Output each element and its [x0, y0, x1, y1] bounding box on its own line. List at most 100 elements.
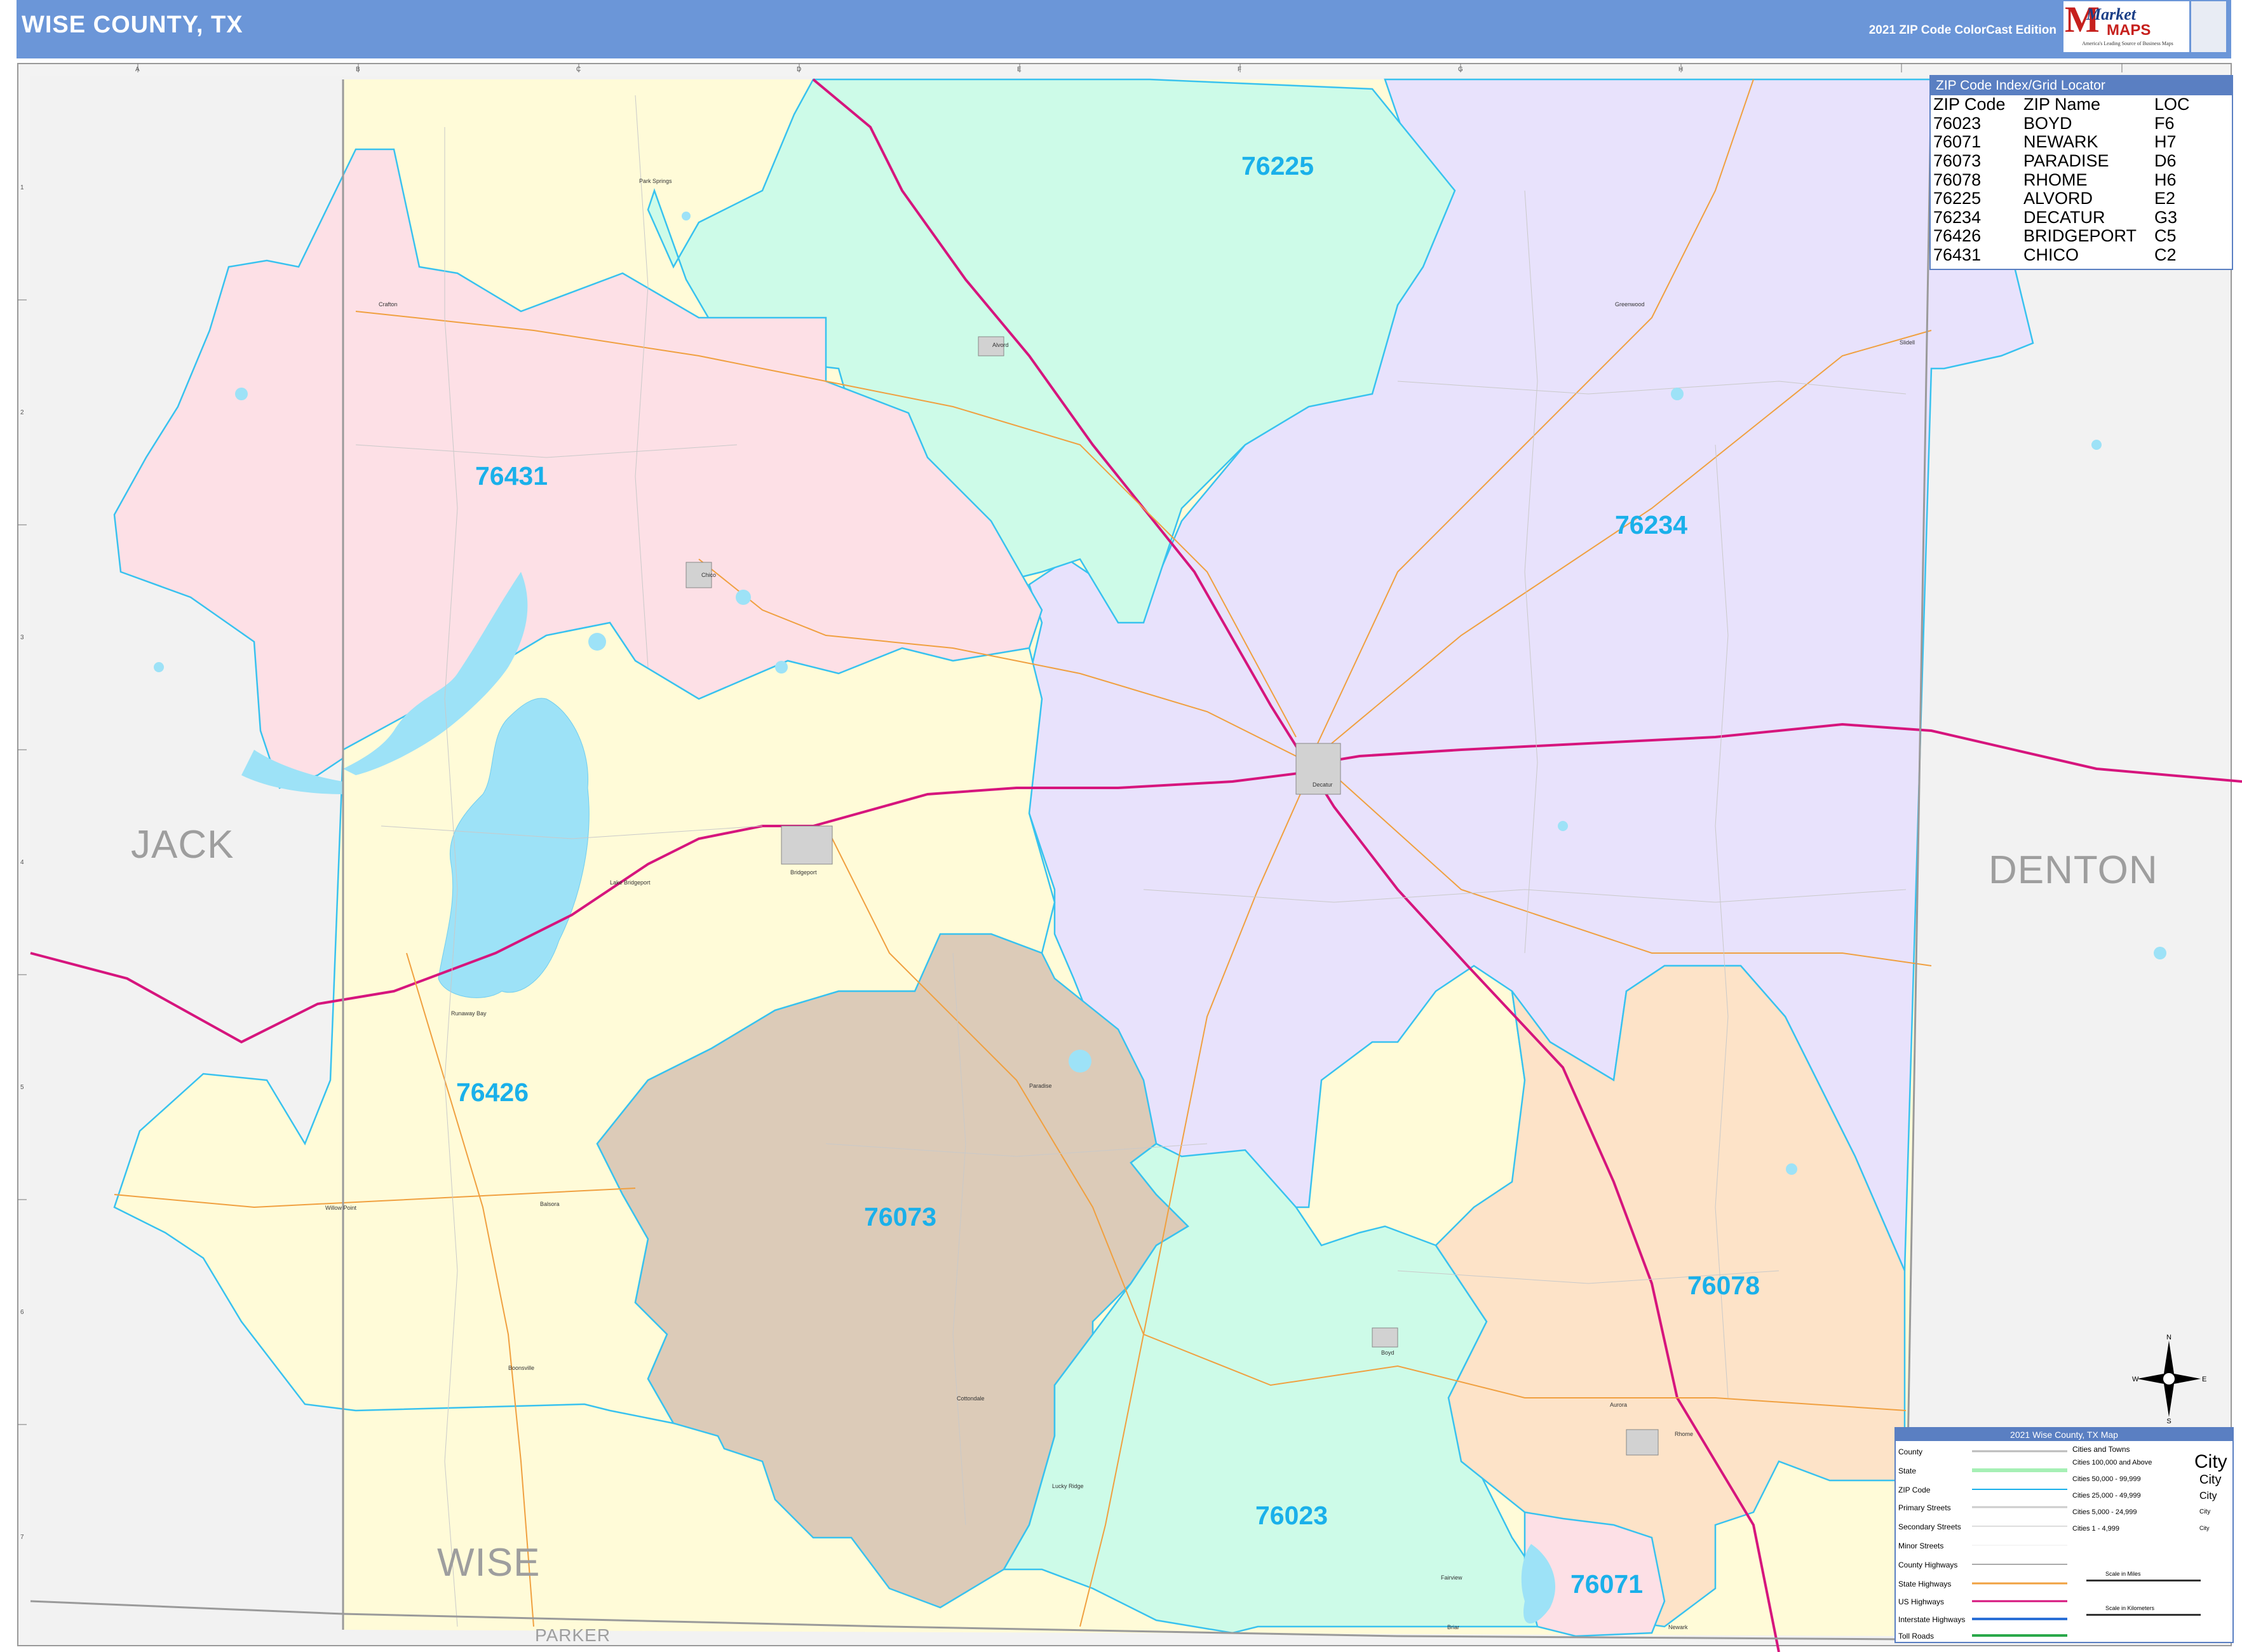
legend-scale-miles: Scale in Miles	[2105, 1571, 2141, 1577]
zip-loc: C2	[2154, 245, 2177, 265]
place-label: Boyd	[1381, 1350, 1394, 1356]
place-label: Fairview	[1441, 1574, 1462, 1581]
map-legend: 2021 Wise County, TX Map County State ZI…	[1894, 1427, 2234, 1643]
legend-city-sample: City	[2194, 1451, 2227, 1472]
place-label: Crafton	[379, 301, 398, 308]
county-label-parker: PARKER	[535, 1625, 611, 1645]
zip-label-76023: 76023	[1255, 1501, 1328, 1530]
place-label: Aurora	[1610, 1402, 1628, 1408]
grid-col-label: C	[576, 66, 581, 73]
place-label: Runaway Bay	[451, 1010, 487, 1017]
zip-loc: E2	[2154, 189, 2176, 208]
place-label: Boonsville	[508, 1365, 535, 1371]
zip-loc: C5	[2154, 226, 2177, 246]
zip-name: BRIDGEPORT	[2023, 226, 2137, 246]
place-label: Rhome	[1675, 1431, 1694, 1437]
zip-code: 76431	[1933, 245, 1982, 265]
legend-city-sample: City	[2199, 1473, 2222, 1487]
legend-item-secondary: Secondary Streets	[1898, 1522, 1961, 1531]
zip-index-header-row: ZIP Code ZIP Name LOC	[1933, 95, 2218, 114]
zip-name: DECATUR	[2023, 207, 2105, 227]
legend-city-size: Cities 25,000 - 49,999	[2072, 1492, 2141, 1500]
place-label: Decatur	[1313, 782, 1333, 788]
place-label: Bridgeport	[790, 869, 817, 876]
zip-label-76225: 76225	[1241, 151, 1314, 180]
legend-item-toll: Toll Roads	[1898, 1632, 1935, 1641]
place-label: Cottondale	[957, 1395, 985, 1402]
legend-item-county-hwy: County Highways	[1898, 1561, 1958, 1569]
county-label-denton: DENTON	[1989, 848, 2158, 892]
compass-w: W	[2132, 1376, 2139, 1383]
zip-index-row: 76426 BRIDGEPORT C5	[1933, 227, 2218, 246]
compass-rose-icon: N S W E	[2132, 1334, 2206, 1423]
zip-code: 76023	[1933, 113, 1982, 133]
logo-tagline: America's Leading Source of Business Map…	[2082, 41, 2173, 46]
zip-label-76078: 76078	[1687, 1271, 1760, 1300]
zip-name: CHICO	[2023, 245, 2079, 265]
legend-item-state-hwy: State Highways	[1898, 1580, 1952, 1588]
zip-loc: F6	[2154, 113, 2175, 133]
zip-name: PARADISE	[2023, 151, 2109, 171]
zip-code: 76071	[1933, 132, 1982, 152]
zip-code: 76078	[1933, 170, 1982, 189]
place-label: Park Springs	[639, 178, 672, 184]
zip-loc: G3	[2154, 207, 2178, 227]
grid-col-label: G	[1458, 66, 1463, 73]
grid-col-label: A	[135, 66, 140, 73]
zip-code: 76073	[1933, 151, 1982, 171]
zip-index-table: ZIP Code Index/Grid Locator ZIP Code ZIP…	[1929, 75, 2233, 270]
place-label: Greenwood	[1615, 301, 1645, 308]
legend-item-interstate: Interstate Highways	[1898, 1615, 1966, 1624]
grid-row-label: 7	[20, 1534, 24, 1541]
place-label: Slidell	[1900, 339, 1915, 346]
zip-index-row: 76225 ALVORD E2	[1933, 189, 2218, 208]
zip-label-76426: 76426	[456, 1078, 529, 1107]
grid-col-label: F	[1238, 66, 1242, 73]
place-label: Willow Point	[325, 1205, 357, 1211]
zip-code: 76225	[1933, 189, 1982, 208]
grid-row-label: 5	[20, 1084, 24, 1091]
title-bar: WISE COUNTY, TX 2021 ZIP Code ColorCast …	[17, 0, 2231, 58]
map-edition: 2021 ZIP Code ColorCast Edition	[1868, 24, 2056, 37]
place-label: Balsora	[540, 1201, 560, 1207]
zip-name: ALVORD	[2023, 189, 2093, 208]
contact-info-box	[2191, 1, 2226, 52]
place-label: Paradise	[1029, 1083, 1052, 1089]
legend-city-sample: City	[2199, 1508, 2211, 1515]
legend-item-zip: ZIP Code	[1898, 1486, 1931, 1494]
county-label-jack: JACK	[131, 823, 234, 867]
legend-city-sample: City	[2199, 1491, 2217, 1501]
grid-row-label: 1	[20, 184, 24, 191]
grid-col-label: D	[797, 66, 802, 73]
legend-item-state: State	[1898, 1466, 1917, 1475]
grid-col-label: B	[356, 66, 360, 73]
grid-row-label: 6	[20, 1309, 24, 1316]
zip-loc: D6	[2154, 151, 2177, 171]
place-label: Chico	[701, 572, 717, 578]
zip-index-row: 76071 NEWARK H7	[1933, 133, 2218, 152]
legend-city-sample: City	[2199, 1525, 2210, 1531]
compass-s: S	[2166, 1418, 2171, 1423]
legend-title: 2021 Wise County, TX Map	[1896, 1428, 2232, 1441]
compass-e: E	[2202, 1376, 2206, 1383]
place-label: Lake Bridgeport	[610, 879, 651, 886]
zip-index-row: 76023 BOYD F6	[1933, 114, 2218, 133]
grid-col-label: H	[1678, 66, 1684, 73]
zip-boundaries	[113, 78, 2034, 1637]
zip-index-row: 76078 RHOME H6	[1933, 170, 2218, 189]
zip-loc: H6	[2154, 170, 2177, 189]
legend-scale-bar-km	[2086, 1614, 2201, 1616]
legend-item-minor: Minor Streets	[1898, 1541, 1944, 1550]
county-label-wise: WISE	[437, 1541, 541, 1585]
zip-name: RHOME	[2023, 170, 2088, 189]
zip-index-col-loc: LOC	[2154, 95, 2190, 114]
grid-col-label: E	[1017, 66, 1022, 73]
map-canvas	[17, 63, 2242, 1652]
legend-scale-km: Scale in Kilometers	[2105, 1605, 2155, 1611]
zip-label-76234: 76234	[1615, 510, 1688, 539]
place-label: Briar	[1447, 1624, 1460, 1630]
zip-index-row: 76234 DECATUR G3	[1933, 208, 2218, 227]
place-label: Newark	[1668, 1624, 1688, 1630]
zip-index-title: ZIP Code Index/Grid Locator	[1931, 76, 2232, 95]
zip-label-76431: 76431	[475, 461, 548, 491]
